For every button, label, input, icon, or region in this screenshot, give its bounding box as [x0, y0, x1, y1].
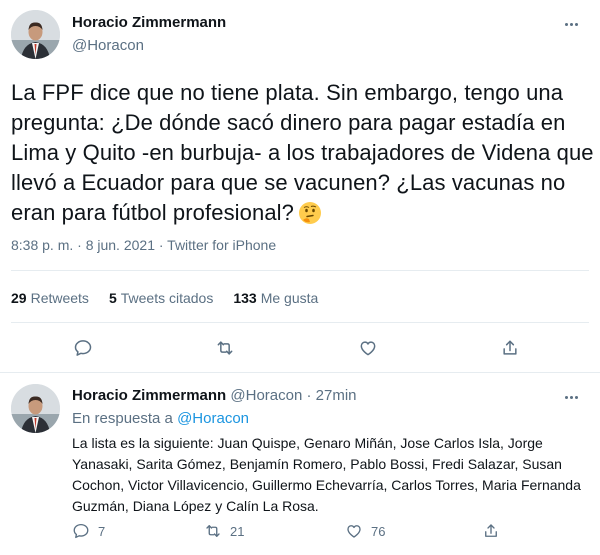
share-icon	[503, 340, 517, 355]
like-button[interactable]	[355, 335, 381, 361]
share-button[interactable]	[497, 335, 523, 361]
reply-text: La lista es la siguiente: Juan Quispe, G…	[72, 435, 581, 514]
more-options-button[interactable]	[561, 390, 581, 404]
like-count: 76	[371, 523, 386, 539]
tweet-text: La FPF dice que no tiene plata. Sin emba…	[11, 78, 596, 228]
retweets-stat[interactable]: 29 Retweets	[11, 290, 89, 306]
in-reply-to-link[interactable]: @Horacon	[177, 410, 249, 427]
retweet-button[interactable]: 21	[204, 522, 244, 540]
divider	[11, 270, 589, 271]
tweet-actions	[0, 335, 600, 361]
main-tweet: Horacio Zimmermann @Horacon La FPF dice …	[0, 0, 600, 373]
reply-icon	[73, 523, 89, 539]
in-reply-to: En respuesta a @Horacon	[72, 410, 250, 427]
author-name[interactable]: Horacio Zimmermann	[72, 387, 226, 404]
author-handle[interactable]: @Horacon	[230, 387, 302, 404]
more-options-button[interactable]	[561, 17, 581, 31]
more-icon	[564, 22, 578, 26]
tweet-timestamp[interactable]: 8:38 p. m. · 8 jun. 2021 · Twitter for i…	[11, 237, 276, 253]
like-button[interactable]: 76	[345, 522, 385, 540]
divider	[11, 322, 589, 323]
retweet-count: 21	[230, 523, 245, 539]
reply-button[interactable]	[70, 335, 96, 361]
share-button[interactable]	[482, 522, 500, 540]
share-icon	[485, 524, 497, 537]
like-icon	[347, 525, 361, 538]
quotes-stat[interactable]: 5 Tweets citados	[109, 290, 213, 306]
avatar[interactable]	[11, 384, 60, 433]
reply-time[interactable]: 27min	[316, 387, 357, 404]
reply-icon	[74, 340, 92, 356]
reply-header: Horacio Zimmermann @Horacon · 27min	[72, 387, 357, 404]
retweet-icon	[206, 525, 220, 537]
more-icon	[564, 395, 578, 399]
avatar[interactable]	[11, 10, 60, 59]
thinking-face-emoji-icon	[298, 201, 322, 225]
author-handle[interactable]: @Horacon	[72, 37, 144, 54]
retweet-icon	[217, 341, 233, 355]
reply-count: 7	[98, 523, 106, 539]
likes-stat[interactable]: 133 Me gusta	[233, 290, 318, 306]
retweet-button[interactable]	[212, 335, 238, 361]
reply-tweet[interactable]: Horacio Zimmermann @Horacon · 27min En r…	[0, 374, 600, 555]
like-icon	[360, 341, 376, 356]
separator: ·	[306, 387, 312, 404]
author-name[interactable]: Horacio Zimmermann	[72, 14, 226, 31]
reply-actions: 7 21 76	[0, 522, 600, 544]
tweet-stats: 29 Retweets 5 Tweets citados 133 Me gusta	[11, 290, 318, 306]
reply-button[interactable]: 7	[72, 522, 105, 540]
